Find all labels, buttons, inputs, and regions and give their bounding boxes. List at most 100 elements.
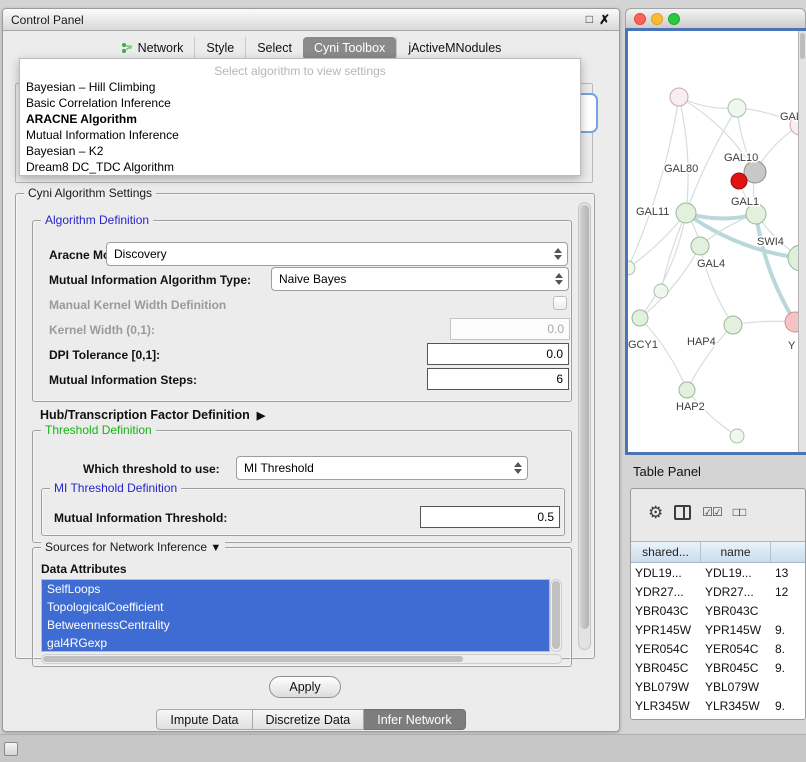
restore-panel-icon[interactable]: [4, 742, 18, 756]
settings-scrollbar[interactable]: [578, 202, 591, 650]
attributes-horizontal-scrollbar[interactable]: [41, 654, 562, 664]
column-header-name[interactable]: name: [701, 542, 771, 562]
control-panel-titlebar[interactable]: Control Panel □ ✗: [3, 9, 619, 31]
network-edge[interactable]: [640, 318, 687, 390]
hub-transcription-section[interactable]: Hub/Transcription Factor Definition ▶: [40, 408, 265, 422]
table-row[interactable]: YIL052CYIL052C: [631, 715, 805, 719]
tab-discretize-data[interactable]: Discretize Data: [253, 709, 365, 730]
control-panel-window: Control Panel □ ✗ Network Style Select: [2, 8, 620, 732]
table-body: YDL19...YDL19...13 YDR27...YDR27...12 YB…: [631, 563, 805, 719]
algorithm-option[interactable]: Bayesian – Hill Climbing: [20, 79, 580, 95]
sources-group: Sources for Network Inference ▼ Data Att…: [32, 547, 572, 667]
attributes-vertical-scrollbar[interactable]: [550, 579, 562, 652]
mi-threshold-field[interactable]: [420, 506, 560, 528]
sources-group-title[interactable]: Sources for Network Inference ▼: [41, 540, 225, 554]
attributes-vertical-scrollbar-thumb[interactable]: [552, 581, 560, 649]
minimize-traffic-light[interactable]: [651, 13, 663, 25]
network-node[interactable]: [654, 284, 668, 298]
algorithm-option[interactable]: Basic Correlation Inference: [20, 95, 580, 111]
close-window-icon[interactable]: ✗: [599, 12, 610, 28]
network-node[interactable]: [730, 429, 744, 443]
combo-up-down-arrows: [514, 462, 522, 474]
network-node-label: HAP2: [676, 401, 705, 413]
settings-group-title: Cyni Algorithm Settings: [24, 186, 156, 200]
cyni-bottom-tabs: Impute Data Discretize Data Infer Networ…: [3, 709, 619, 730]
tab-style[interactable]: Style: [194, 37, 245, 60]
network-node-label: GAL: [780, 111, 798, 123]
network-node[interactable]: [632, 310, 648, 326]
network-node[interactable]: [785, 312, 798, 332]
apply-button[interactable]: Apply: [269, 676, 341, 698]
network-node[interactable]: [670, 88, 688, 106]
network-node[interactable]: [676, 203, 696, 223]
list-item-selected[interactable]: SelfLoops: [42, 580, 549, 598]
algorithm-definition-title: Algorithm Definition: [41, 213, 153, 227]
network-edge[interactable]: [679, 97, 688, 213]
network-node[interactable]: [728, 99, 746, 117]
expand-right-icon[interactable]: ▶: [257, 409, 265, 422]
network-edge[interactable]: [687, 325, 733, 390]
network-edge[interactable]: [628, 213, 686, 268]
column-header-shared-name[interactable]: shared...: [631, 542, 701, 562]
algorithm-option[interactable]: Bayesian – K2: [20, 143, 580, 159]
threshold-definition-group: Threshold Definition Which threshold to …: [32, 430, 572, 543]
column-header-extra[interactable]: [771, 542, 805, 562]
network-vertical-scrollbar[interactable]: [798, 31, 806, 452]
network-node[interactable]: [724, 316, 742, 334]
network-node[interactable]: [679, 382, 695, 398]
table-row[interactable]: YDR27...YDR27...12: [631, 582, 805, 601]
network-node[interactable]: [731, 173, 747, 189]
table-row[interactable]: YBR045CYBR045C9.: [631, 658, 805, 677]
checked-columns-icon[interactable]: ☑☑: [702, 505, 722, 519]
tab-cyni-toolbox[interactable]: Cyni Toolbox: [303, 37, 396, 60]
aracne-mode-combo[interactable]: Discovery: [106, 242, 568, 266]
settings-scrollbar-thumb[interactable]: [580, 205, 589, 629]
collapse-down-icon[interactable]: ▼: [210, 542, 221, 554]
list-item-selected[interactable]: BetweennessCentrality: [42, 616, 549, 634]
manual-kernel-checkbox[interactable]: [553, 296, 567, 310]
network-edge[interactable]: [756, 214, 795, 322]
algorithm-option[interactable]: Mutual Information Inference: [20, 127, 580, 143]
dpi-tolerance-field[interactable]: [427, 343, 569, 365]
tab-impute-data[interactable]: Impute Data: [156, 709, 252, 730]
table-row[interactable]: YBR043CYBR043C: [631, 601, 805, 620]
list-item-selected[interactable]: gal4RGexp: [42, 634, 549, 652]
network-canvas[interactable]: GAL80GAL10GAL11GAL1SWI4GAL4GCY1HAP4HAP2G…: [628, 31, 798, 452]
algorithm-option-selected[interactable]: ARACNE Algorithm: [20, 111, 580, 127]
tab-infer-network[interactable]: Infer Network: [364, 709, 465, 730]
mi-type-combo[interactable]: Naive Bayes: [271, 267, 569, 291]
bottom-dock-strip: [0, 734, 806, 762]
table-toolbar: ⚙ ☑☑ □□: [631, 489, 805, 535]
algorithm-option[interactable]: Dream8 DC_TDC Algorithm: [20, 159, 580, 175]
table-row[interactable]: YER054CYER054C8.: [631, 639, 805, 658]
mi-steps-field[interactable]: [427, 368, 569, 390]
tab-network[interactable]: Network: [110, 37, 195, 60]
network-node-label: GAL80: [664, 163, 698, 175]
network-scrollbar-thumb[interactable]: [800, 33, 805, 59]
table-row[interactable]: YLR345WYLR345W9.: [631, 696, 805, 715]
mi-threshold-definition-group: MI Threshold Definition Mutual Informati…: [41, 488, 565, 536]
mi-threshold-definition-title: MI Threshold Definition: [50, 481, 181, 495]
columns-icon[interactable]: [674, 505, 691, 520]
network-node[interactable]: [691, 237, 709, 255]
network-window-titlebar[interactable]: [625, 8, 806, 28]
network-node-label: GCY1: [628, 339, 658, 351]
close-traffic-light[interactable]: [634, 13, 646, 25]
table-row[interactable]: YPR145WYPR145W9.: [631, 620, 805, 639]
tab-select[interactable]: Select: [245, 37, 303, 60]
tab-jactivemodules[interactable]: jActiveMNodules: [396, 37, 512, 60]
control-panel-tabs: Network Style Select Cyni Toolbox jActiv…: [3, 37, 619, 60]
network-edge[interactable]: [687, 390, 737, 436]
kernel-width-field[interactable]: [450, 318, 570, 340]
zoom-traffic-light[interactable]: [668, 13, 680, 25]
attributes-horizontal-scrollbar-thumb[interactable]: [43, 656, 463, 662]
table-row[interactable]: YDL19...YDL19...13: [631, 563, 805, 582]
list-item-selected[interactable]: TopologicalCoefficient: [42, 598, 549, 616]
network-edge[interactable]: [628, 97, 679, 268]
gear-icon[interactable]: ⚙: [648, 504, 663, 521]
table-row[interactable]: YBL079WYBL079W: [631, 677, 805, 696]
float-window-icon[interactable]: □: [586, 12, 593, 26]
unchecked-columns-icon[interactable]: □□: [733, 505, 746, 519]
which-threshold-combo[interactable]: MI Threshold: [236, 456, 528, 480]
network-node-label: SWI4: [757, 236, 784, 248]
